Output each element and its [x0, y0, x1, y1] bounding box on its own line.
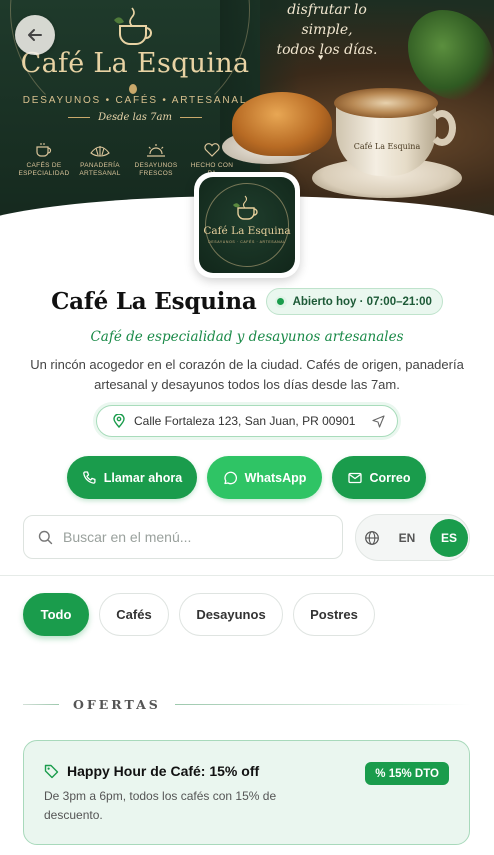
page-title: Café La Esquina — [51, 288, 257, 315]
offers-heading-label: OFERTAS — [73, 697, 161, 712]
whatsapp-button[interactable]: WhatsApp — [207, 456, 322, 499]
latte-art-decoration — [334, 88, 438, 118]
whatsapp-button-label: WhatsApp — [244, 470, 307, 485]
small-heart-icon: ♥ — [318, 52, 324, 62]
croissant-decoration — [232, 92, 332, 156]
hero-feature: PANADERÍA ARTESANAL — [74, 142, 126, 178]
status-text: Abierto hoy · 07:00–21:00 — [292, 295, 432, 308]
offer-title-text: Happy Hour de Café: 15% off — [67, 763, 260, 779]
phone-icon — [82, 470, 96, 484]
language-option-es[interactable]: ES — [430, 518, 468, 557]
logo-badge: Café La Esquina DESAYUNOS · CAFÉS · ARTE… — [199, 177, 295, 273]
sun-icon — [147, 144, 165, 157]
search-input[interactable] — [63, 529, 313, 545]
arrow-left-icon — [28, 29, 42, 41]
category-tabs: Todo Cafés Desayunos Postres — [23, 593, 375, 636]
heading-line-right — [174, 704, 471, 705]
logo-subtext: DESAYUNOS · CAFÉS · ARTESANAL — [208, 240, 286, 244]
tab-desayunos[interactable]: Desayunos — [179, 593, 283, 636]
offers-heading: OFERTAS — [23, 697, 471, 712]
coffee-cup-icon — [233, 195, 258, 220]
tab-cafes[interactable]: Cafés — [99, 593, 169, 636]
logo-text: Café La Esquina — [203, 225, 291, 237]
offer-description: De 3pm a 6pm, todos los cafés con 15% de… — [44, 789, 277, 822]
discount-badge: % 15% DTO — [365, 762, 449, 785]
cafe-description: Un rincón acogedor en el corazón de la c… — [30, 357, 464, 392]
globe-icon — [365, 530, 379, 545]
tab-postres[interactable]: Postres — [293, 593, 375, 636]
search-icon — [38, 530, 53, 544]
coffee-bean-icon — [129, 84, 137, 94]
call-button-label: Llamar ahora — [103, 470, 183, 485]
search-box — [23, 515, 343, 559]
status-dot-icon — [274, 295, 287, 308]
title-row: Café La Esquina Abierto hoy · 07:00–21:0… — [0, 288, 494, 315]
cup-brand-text: Café La Esquina — [353, 142, 421, 151]
tag-icon — [44, 764, 59, 778]
call-button[interactable]: Llamar ahora — [67, 456, 197, 499]
divider — [0, 575, 494, 576]
hero-feature: CAFÉS DE ESPECIALIDAD — [18, 142, 70, 178]
mail-icon — [347, 472, 362, 483]
back-button[interactable] — [15, 15, 55, 55]
email-button[interactable]: Correo — [332, 456, 426, 499]
offer-card[interactable]: Happy Hour de Café: 15% off % 15% DTO De… — [23, 740, 470, 845]
heart-icon — [204, 143, 220, 157]
cafe-logo: Café La Esquina DESAYUNOS · CAFÉS · ARTE… — [194, 172, 300, 278]
coffee-cup-icon — [36, 143, 52, 157]
navigation-arrow-icon — [372, 414, 385, 428]
cup-handle-decoration — [428, 110, 456, 146]
map-pin-icon — [113, 414, 125, 428]
offer-title: Happy Hour de Café: 15% off — [44, 763, 259, 779]
hero-quote: disfrutar lo simple, todos los días. — [276, 2, 378, 58]
language-switcher: EN ES — [355, 514, 470, 561]
hero-tagline: DESAYUNOS • CAFÉS • ARTESANAL — [22, 95, 248, 106]
croissant-icon — [90, 146, 110, 157]
hero-feature: DESAYUNOS FRESCOS — [130, 142, 182, 178]
cafe-subtitle: Café de especialidad y desayunos artesan… — [90, 329, 404, 345]
hero-since: Desde las 7am — [0, 112, 270, 123]
plant-decoration — [408, 10, 494, 100]
tab-todo[interactable]: Todo — [23, 593, 89, 636]
status-badge: Abierto hoy · 07:00–21:00 — [265, 288, 443, 315]
address-button[interactable]: Calle Fortaleza 123, San Juan, PR 00901 — [96, 405, 398, 437]
address-text: Calle Fortaleza 123, San Juan, PR 00901 — [134, 414, 356, 428]
email-button-label: Correo — [369, 470, 411, 485]
coffee-cup-logo-icon — [114, 7, 152, 45]
whatsapp-icon — [223, 471, 237, 484]
language-option-en[interactable]: EN — [390, 531, 424, 545]
heading-line-left — [23, 704, 59, 705]
contact-actions: Llamar ahora WhatsApp Correo — [67, 456, 426, 499]
